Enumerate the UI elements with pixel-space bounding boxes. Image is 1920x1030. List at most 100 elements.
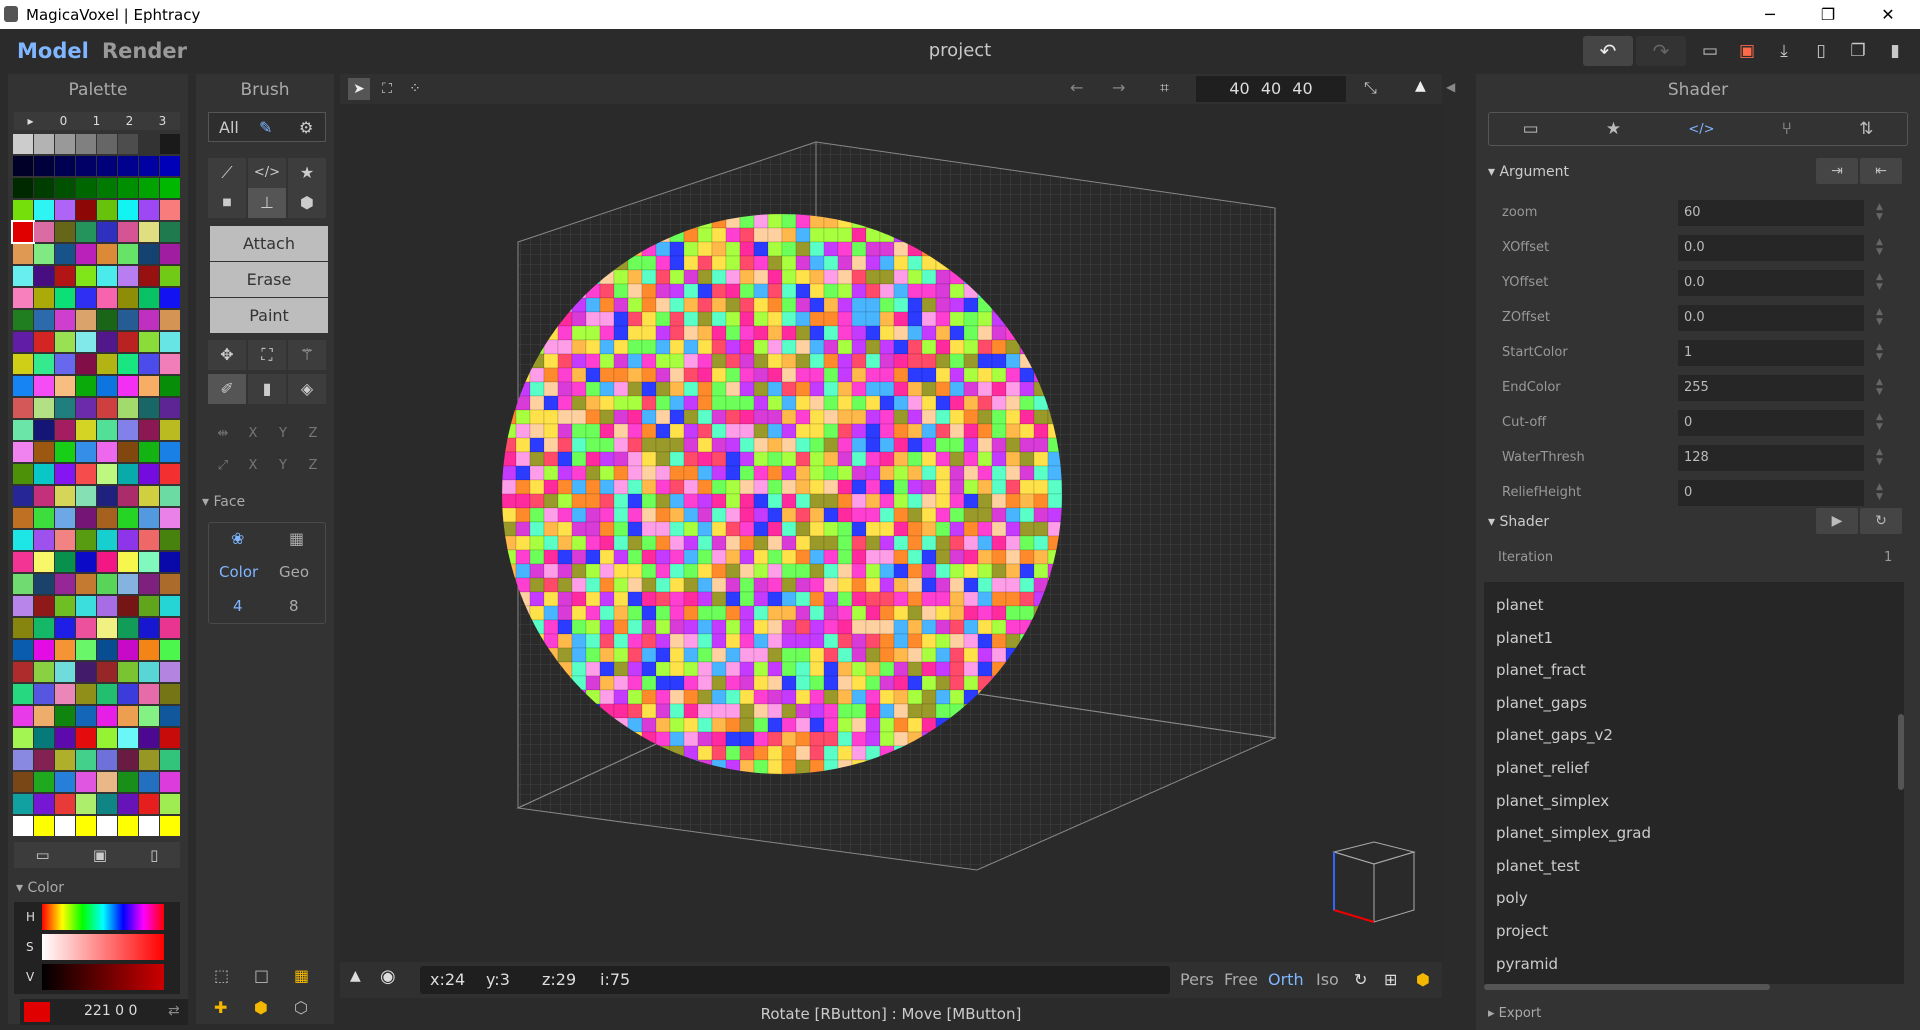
palette-swatch[interactable] — [13, 552, 33, 572]
palette-swatch[interactable] — [13, 244, 33, 264]
value-slider[interactable] — [42, 964, 164, 990]
arg-value-field[interactable]: 128 — [1678, 445, 1864, 471]
palette-swatch[interactable] — [76, 178, 96, 198]
sort-tab-icon[interactable]: ⇅ — [1859, 119, 1873, 139]
palette-swatch[interactable] — [160, 376, 180, 396]
palette-swatch[interactable] — [55, 596, 75, 616]
palette-swatch[interactable] — [97, 420, 117, 440]
color-section-header[interactable]: ▾ Color — [16, 880, 64, 896]
palette-swatch[interactable] — [97, 332, 117, 352]
palette-open-icon[interactable]: ▭ — [36, 846, 50, 864]
shader-file-item[interactable]: poly — [1496, 889, 1528, 907]
up-arrow-icon[interactable]: ▲ — [350, 968, 361, 984]
palette-swatch[interactable] — [139, 442, 159, 462]
code-tab-icon[interactable]: </> — [1688, 122, 1714, 137]
stepper-icon[interactable]: ▲ ▼ — [1876, 412, 1883, 432]
palette-swatch[interactable] — [97, 530, 117, 550]
palette-swatch[interactable] — [139, 288, 159, 308]
arg-value-field[interactable]: 1 — [1678, 340, 1864, 366]
palette-swatch[interactable] — [13, 288, 33, 308]
palette-swatch[interactable] — [118, 288, 138, 308]
shader-file-item[interactable]: planet_simplex_grad — [1496, 824, 1651, 842]
palette-swatch[interactable] — [13, 442, 33, 462]
palette-swatch[interactable] — [97, 684, 117, 704]
palette-swatch[interactable] — [76, 134, 96, 154]
palette-swatch[interactable] — [13, 464, 33, 484]
palette-swatch[interactable] — [97, 794, 117, 814]
up-icon[interactable]: ▲ — [1415, 78, 1426, 94]
palette-swatch[interactable] — [13, 530, 33, 550]
palette-swatch[interactable] — [160, 156, 180, 176]
palette-swatch[interactable] — [118, 134, 138, 154]
mode-erase[interactable]: Erase — [210, 262, 328, 297]
palette-swatch[interactable] — [139, 222, 159, 242]
palette-swatch[interactable] — [160, 486, 180, 506]
arrow-right-icon[interactable]: → — [1112, 78, 1125, 97]
axis-z[interactable]: Z — [298, 458, 328, 473]
palette-swatch[interactable] — [76, 684, 96, 704]
reload-shader-icon[interactable]: ↻ — [1860, 508, 1902, 534]
palette-swatch[interactable] — [160, 772, 180, 792]
palette-swatch[interactable] — [76, 244, 96, 264]
stepper-icon[interactable]: ▲ ▼ — [1876, 482, 1883, 502]
palette-swatch[interactable] — [13, 684, 33, 704]
palette-swatch[interactable] — [13, 640, 33, 660]
axis-y[interactable]: Y — [268, 458, 298, 473]
palette-swatch[interactable] — [118, 420, 138, 440]
folder-tab-icon[interactable]: ▭ — [1523, 119, 1539, 139]
palette-swatch[interactable] — [97, 288, 117, 308]
viewport[interactable]: ➤ ⛶ ⁘ ← → ⌗ 40 40 40 ⤡ ▲ ▲ ◉ x:24 y:3 z:… — [340, 74, 1442, 998]
palette-swatch[interactable] — [34, 332, 54, 352]
palette-swatch[interactable] — [34, 618, 54, 638]
palette-swatch[interactable] — [76, 508, 96, 528]
palette-swatch[interactable] — [139, 398, 159, 418]
palette-tab[interactable]: 1 — [80, 112, 113, 130]
palette-swatch[interactable] — [118, 706, 138, 726]
palette-swatch[interactable] — [34, 464, 54, 484]
palette-swatch[interactable] — [55, 574, 75, 594]
fill-icon[interactable]: ◈ — [288, 374, 326, 404]
palette-swatch[interactable] — [76, 794, 96, 814]
arg-value-field[interactable]: 60 — [1678, 200, 1864, 226]
palette-swatch[interactable] — [139, 420, 159, 440]
palette-swatch[interactable] — [160, 750, 180, 770]
export-args-icon[interactable]: ⇤ — [1860, 158, 1902, 184]
palette-swatch[interactable] — [76, 332, 96, 352]
palette-swatch[interactable] — [160, 596, 180, 616]
fit-icon[interactable]: ⤡ — [1364, 78, 1377, 98]
brush-pencil-icon[interactable]: ✎ — [259, 113, 272, 143]
palette-swatch[interactable] — [118, 222, 138, 242]
palette-swatch[interactable] — [160, 728, 180, 748]
swap-icon[interactable]: ⇄ — [168, 1003, 180, 1019]
select-icon[interactable]: ⛶ — [248, 340, 286, 370]
voxel-brush-icon[interactable]: ■ — [208, 188, 246, 218]
palette-swatch[interactable] — [139, 486, 159, 506]
palette-swatch[interactable] — [13, 618, 33, 638]
palette-swatch[interactable] — [13, 354, 33, 374]
palette-swatch[interactable] — [118, 640, 138, 660]
palette-swatch[interactable] — [13, 332, 33, 352]
mode-attach[interactable]: Attach — [210, 226, 328, 261]
palette-swatch[interactable] — [76, 706, 96, 726]
color-pick-icon[interactable]: ✐ — [208, 374, 246, 404]
palette-swatch[interactable] — [13, 750, 33, 770]
palette-swatch[interactable] — [34, 178, 54, 198]
palette-swatch[interactable] — [97, 310, 117, 330]
palette-swatch[interactable] — [55, 530, 75, 550]
face-section-header[interactable]: ▾ Face — [202, 494, 245, 510]
palette-swatch[interactable] — [139, 266, 159, 286]
palette-swatch[interactable] — [76, 750, 96, 770]
hue-slider[interactable] — [42, 904, 164, 930]
palette-swatch[interactable] — [34, 596, 54, 616]
palette-swatch[interactable] — [76, 420, 96, 440]
palette-swatch[interactable] — [160, 288, 180, 308]
palette-swatch[interactable] — [160, 618, 180, 638]
palette-swatch[interactable] — [13, 486, 33, 506]
palette-swatch[interactable] — [118, 794, 138, 814]
shader-file-item[interactable]: pyramid — [1496, 955, 1558, 973]
stepper-icon[interactable]: ▲ ▼ — [1876, 447, 1883, 467]
palette-tab[interactable]: 3 — [146, 112, 179, 130]
arg-value-field[interactable]: 0 — [1678, 480, 1864, 506]
mirror-z[interactable]: Z — [298, 426, 328, 441]
camera-icon[interactable]: ◉ — [380, 966, 396, 987]
